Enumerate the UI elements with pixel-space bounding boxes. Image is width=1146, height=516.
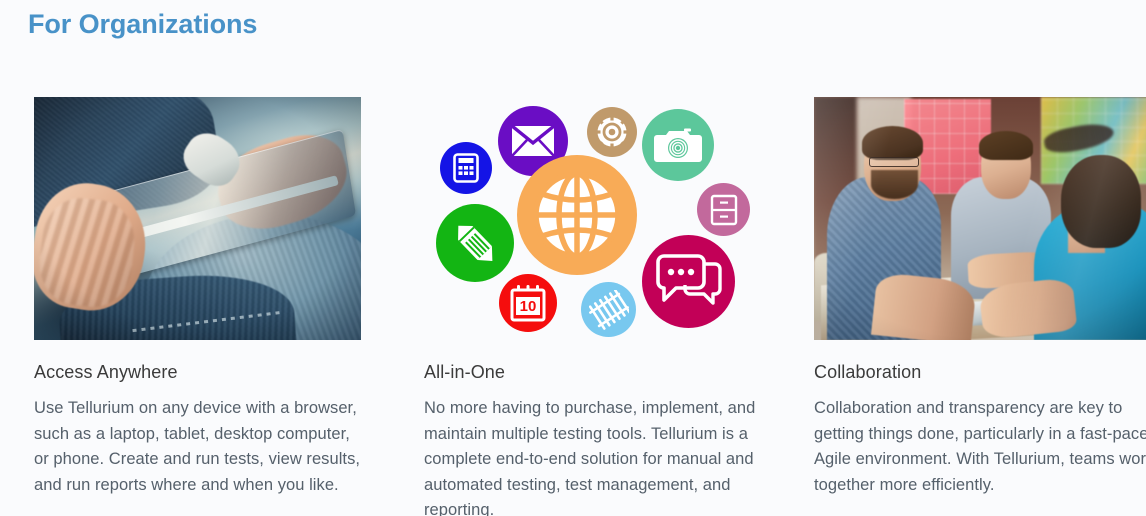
filing-cabinet-icon <box>697 183 750 236</box>
photo-hands-holding-tablet <box>34 97 361 340</box>
feature-body-collaboration: Collaboration and transparency are key t… <box>814 399 1146 494</box>
for-organizations-section: For Organizations Access Anywhere Use Te… <box>0 0 1146 516</box>
chat-bubbles-icon <box>642 235 735 328</box>
feature-body-all-in-one: No more having to purchase, implement, a… <box>424 399 756 516</box>
team-photo-art <box>814 97 1146 340</box>
photo-vignette <box>34 97 361 340</box>
feature-column-collaboration: Collaboration Collaboration and transpar… <box>780 97 1146 516</box>
photo-team-meeting <box>814 97 1146 340</box>
feature-body-access-anywhere: Use Tellurium on any device with a brows… <box>34 399 360 494</box>
icon-cluster-art: 10 <box>424 97 769 340</box>
gear-icon <box>587 107 637 157</box>
camera-icon <box>642 109 714 181</box>
feature-title-all-in-one: All-in-One <box>424 362 506 382</box>
calculator-icon <box>440 142 492 194</box>
illustration-icon-cluster: 10 <box>424 97 769 340</box>
glass-reflection <box>814 97 1146 340</box>
feature-columns: Access Anywhere Use Tellurium on any dev… <box>0 97 1146 516</box>
page-title: For Organizations <box>28 9 258 39</box>
feature-column-all-in-one: 10 All-in-One No more having to purchase… <box>390 97 780 516</box>
globe-icon <box>517 155 637 275</box>
calendar-icon: 10 <box>499 274 557 332</box>
calendar-day-number: 10 <box>520 298 537 315</box>
railroad-track-icon <box>581 282 636 337</box>
feature-title-collaboration: Collaboration <box>814 362 922 382</box>
feature-title-access-anywhere: Access Anywhere <box>34 362 178 382</box>
tablet-photo-art <box>34 97 361 340</box>
pencil-icon <box>436 204 514 282</box>
feature-column-access-anywhere: Access Anywhere Use Tellurium on any dev… <box>0 97 390 516</box>
